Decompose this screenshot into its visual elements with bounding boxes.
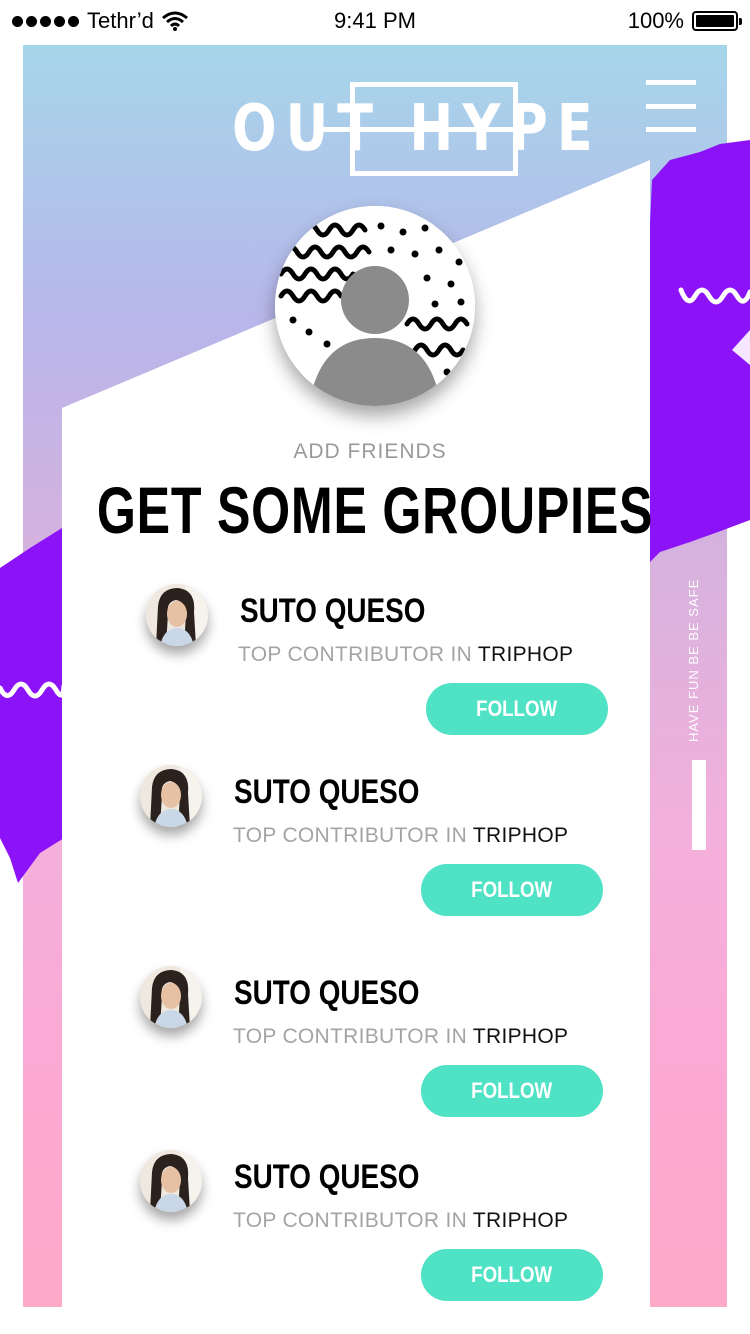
- follow-button-label: FOLLOW: [476, 696, 558, 721]
- friend-description-prefix: TOP CONTRIBUTOR IN: [233, 1209, 468, 1232]
- side-bar-decoration: [692, 760, 706, 850]
- follow-button[interactable]: FOLLOW: [426, 683, 608, 735]
- follow-button-label: FOLLOW: [471, 877, 553, 902]
- friend-description: TOP CONTRIBUTOR IN TRIPHOP: [233, 1025, 568, 1049]
- friend-name: SUTO QUESO: [234, 974, 420, 1012]
- wiggle-line-left: [0, 681, 64, 699]
- section-subtitle: ADD FRIENDS: [293, 440, 447, 463]
- battery-icon: [692, 11, 742, 31]
- follow-button[interactable]: FOLLOW: [421, 864, 603, 916]
- friend-name: SUTO QUESO: [240, 592, 426, 630]
- friend-avatar[interactable]: [140, 1150, 202, 1212]
- follow-button[interactable]: FOLLOW: [421, 1249, 603, 1301]
- friend-description-prefix: TOP CONTRIBUTOR IN: [233, 1025, 468, 1048]
- status-bar: Tethr’d 9:41 PM 100%: [0, 0, 750, 42]
- friend-description: TOP CONTRIBUTOR IN TRIPHOP: [238, 643, 573, 667]
- status-right: 100%: [627, 8, 742, 34]
- friend-name: SUTO QUESO: [234, 773, 420, 811]
- side-tagline: HAVE FUN BE BE SAFE: [686, 578, 706, 742]
- app-logo: OUT HYPE: [232, 80, 593, 180]
- friend-avatar[interactable]: [146, 584, 208, 646]
- user-placeholder-icon[interactable]: [275, 206, 475, 406]
- follow-button[interactable]: FOLLOW: [421, 1065, 603, 1117]
- section-title: GET SOME GROUPIES: [0, 472, 750, 548]
- friend-description-prefix: TOP CONTRIBUTOR IN: [233, 824, 468, 847]
- battery-percent: 100%: [627, 8, 684, 33]
- section-title-text: GET SOME GROUPIES: [96, 473, 654, 547]
- friend-genre[interactable]: TRIPHOP: [473, 1209, 568, 1232]
- side-tagline-text: HAVE FUN BE BE SAFE: [686, 578, 701, 742]
- friend-name: SUTO QUESO: [234, 1158, 420, 1196]
- follow-button-label: FOLLOW: [471, 1078, 553, 1103]
- friend-avatar[interactable]: [140, 966, 202, 1028]
- friend-genre[interactable]: TRIPHOP: [473, 824, 568, 847]
- friend-genre[interactable]: TRIPHOP: [473, 1025, 568, 1048]
- battery-fill: [696, 15, 734, 27]
- follow-button-label: FOLLOW: [471, 1262, 553, 1287]
- wiggle-line-right: [678, 287, 750, 305]
- friend-description: TOP CONTRIBUTOR IN TRIPHOP: [233, 1209, 568, 1233]
- friend-avatar[interactable]: [140, 765, 202, 827]
- hamburger-menu-icon[interactable]: [646, 80, 696, 132]
- friend-description: TOP CONTRIBUTOR IN TRIPHOP: [233, 824, 568, 848]
- friend-genre[interactable]: TRIPHOP: [478, 643, 573, 666]
- logo-strike: [316, 127, 524, 132]
- friend-description-prefix: TOP CONTRIBUTOR IN: [238, 643, 473, 666]
